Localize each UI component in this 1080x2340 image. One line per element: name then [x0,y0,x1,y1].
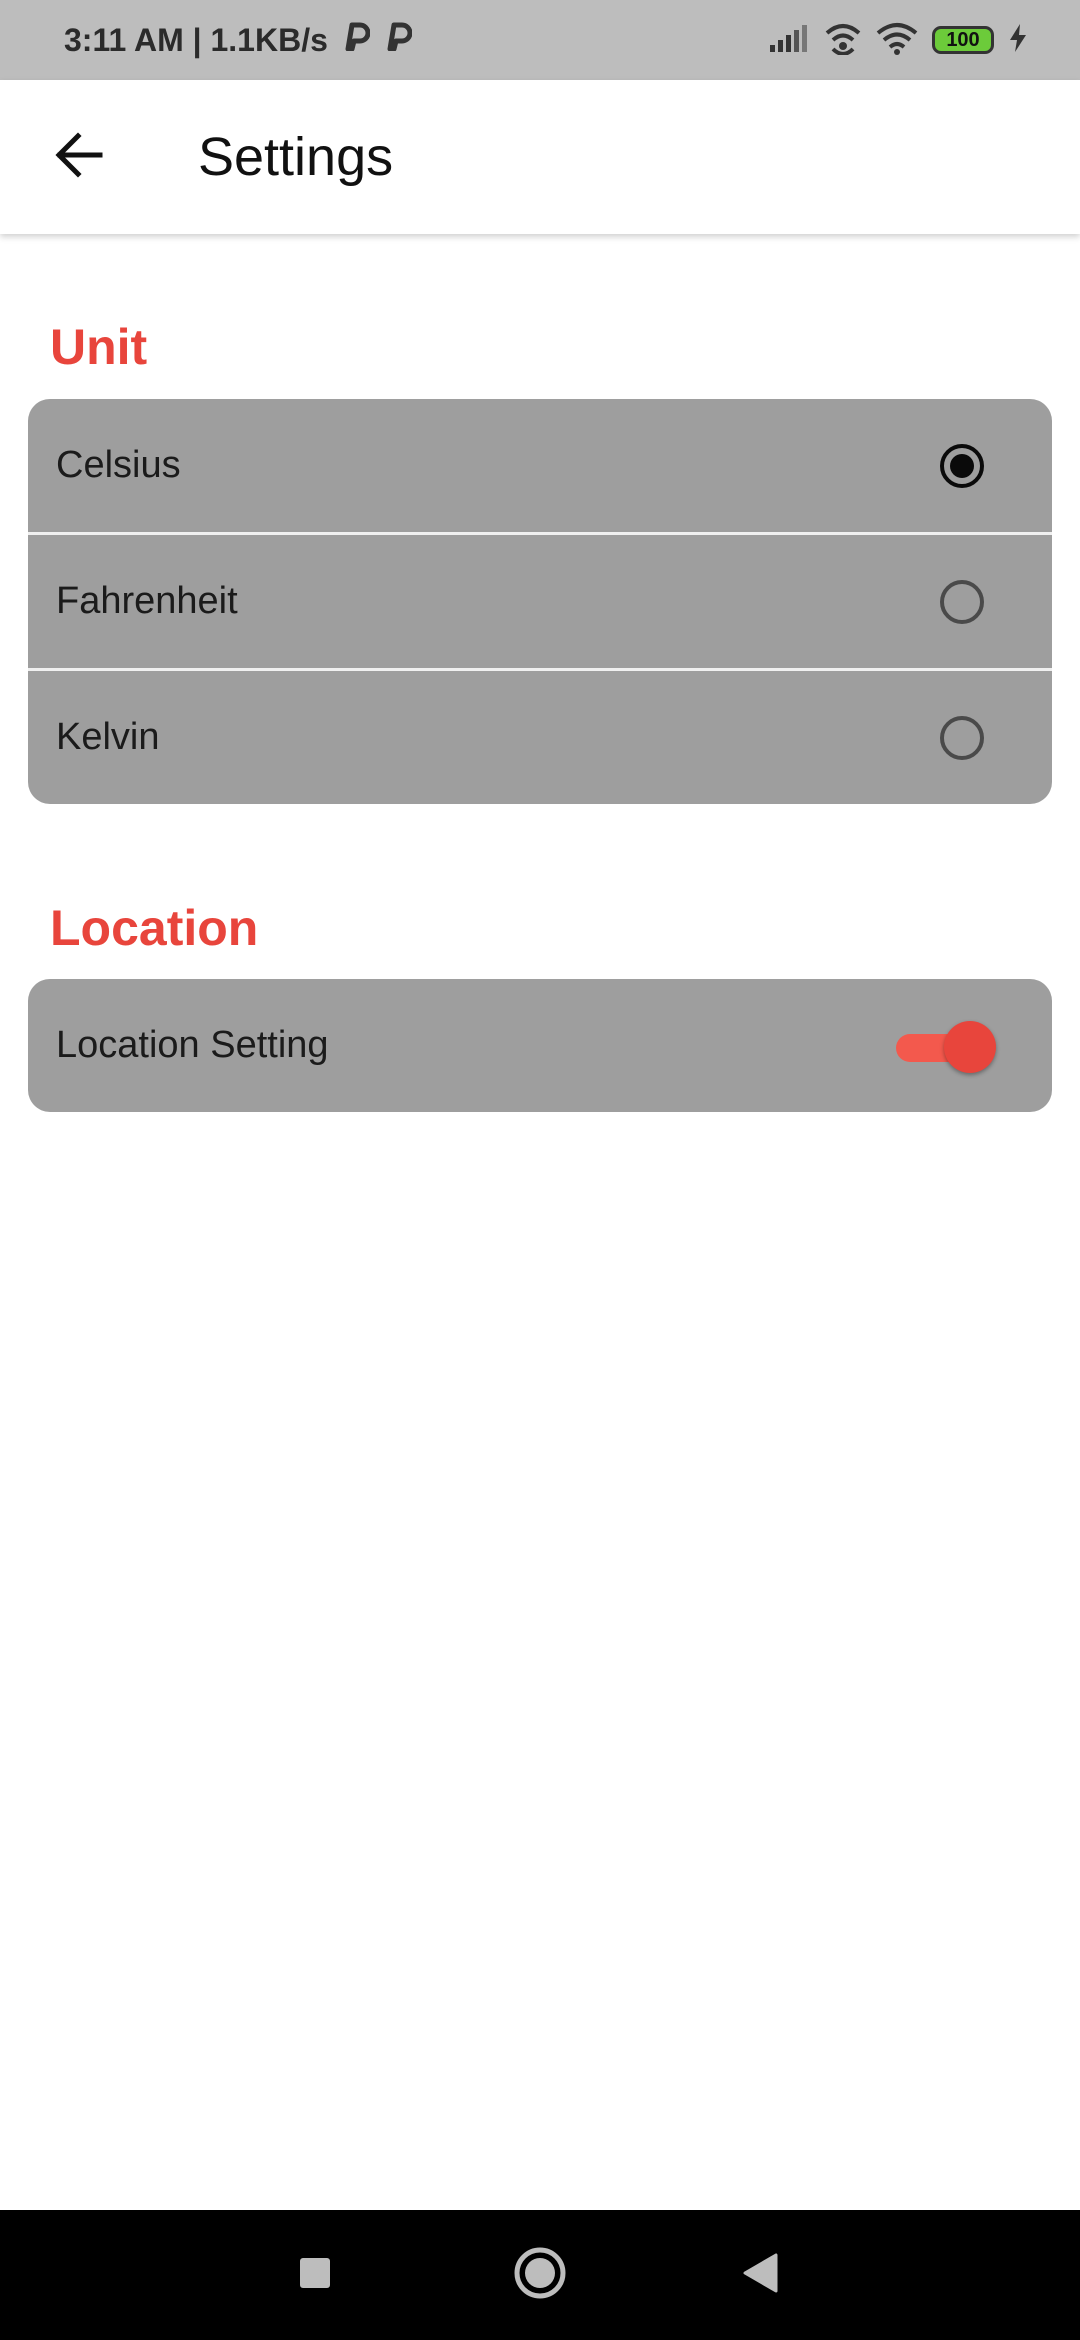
recents-button[interactable] [255,2210,375,2340]
unit-card: Celsius Fahrenheit Kelvin [28,399,1052,804]
time-and-speed: 3:11 AM | 1.1KB/s [64,21,328,58]
location-toggle[interactable] [894,1018,996,1074]
wifi-hotspot-icon [824,21,862,60]
location-card: Location Setting [28,979,1052,1112]
toggle-thumb [944,1020,996,1073]
parking-icon [344,21,371,59]
arrow-left-icon [54,131,104,183]
radio-kelvin[interactable] [940,715,984,760]
status-right: 100 [768,0,1028,80]
radio-fahrenheit[interactable] [940,579,984,624]
status-left: 3:11 AM | 1.1KB/s [64,0,413,80]
unit-option-celsius[interactable]: Celsius [28,399,1052,532]
back-button[interactable] [40,118,118,196]
back-triangle-icon [742,2253,778,2298]
navigation-bar [0,2210,1080,2340]
home-button[interactable] [480,2210,600,2340]
home-circle-icon [513,2246,567,2305]
battery-level: 100 [946,28,980,51]
unit-option-fahrenheit[interactable]: Fahrenheit [28,535,1052,668]
option-label: Fahrenheit [56,580,238,622]
option-label: Kelvin [56,716,160,758]
battery-icon: 100 [932,26,994,54]
signal-icon [768,23,810,58]
page-title: Settings [198,127,394,187]
wifi-icon [876,21,918,60]
recents-square-icon [298,2256,332,2295]
section-title-location: Location [50,900,259,956]
section-title-unit: Unit [50,319,148,375]
location-setting-label: Location Setting [56,1024,329,1066]
radio-celsius[interactable] [940,443,984,488]
charging-icon [1008,23,1028,58]
unit-option-kelvin[interactable]: Kelvin [28,671,1052,804]
location-setting-row[interactable]: Location Setting [28,979,1052,1112]
option-label: Celsius [56,444,181,486]
back-nav-button[interactable] [700,2210,820,2340]
parking-icon [386,21,413,59]
status-bar: 3:11 AM | 1.1KB/s 100 [0,0,1080,80]
app-bar: Settings [0,80,1080,234]
